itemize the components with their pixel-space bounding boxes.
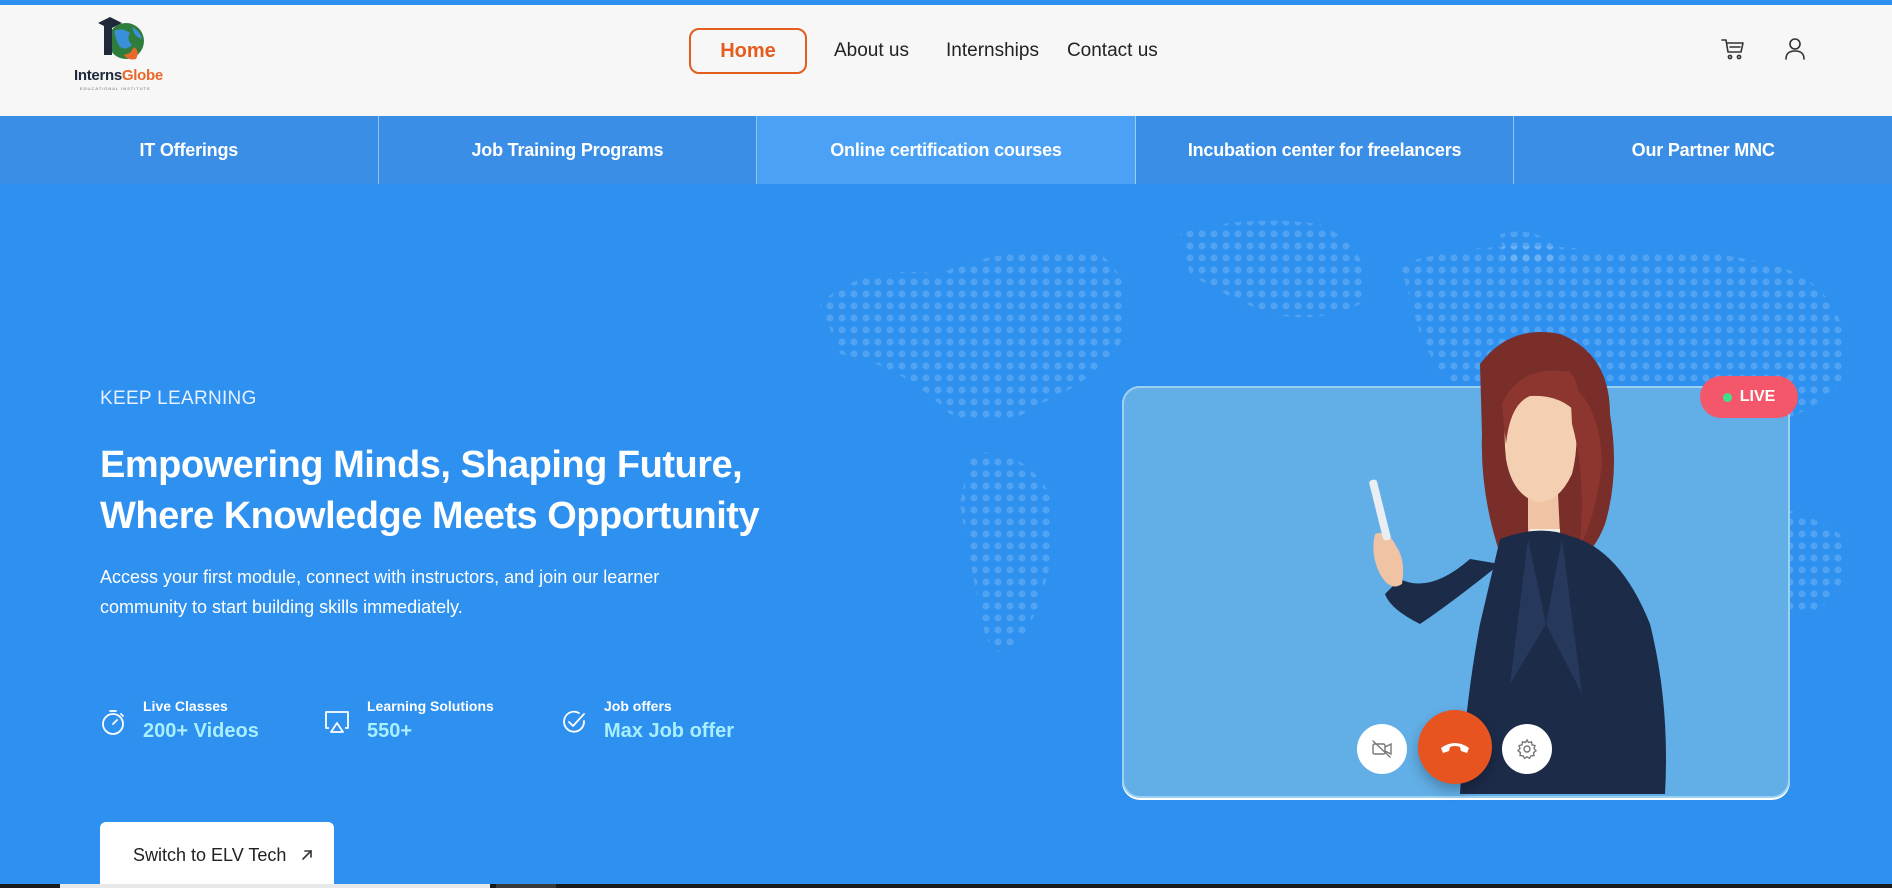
main-nav: Home About us Internships Contact us bbox=[689, 28, 1158, 74]
switch-button-label: Switch to ELV Tech bbox=[133, 844, 287, 865]
stat-job-offers: Job offers Max Job offer bbox=[561, 694, 781, 754]
hero-headline: Empowering Minds, Shaping Future, Where … bbox=[100, 440, 820, 542]
nav-contact-link[interactable]: Contact us bbox=[1067, 40, 1158, 62]
live-badge: LIVE bbox=[1700, 376, 1798, 418]
category-job-training[interactable]: Job Training Programs bbox=[378, 116, 758, 184]
top-navbar: InternsGlobe EDUCATIONAL INSTITUTE Home … bbox=[0, 5, 1892, 116]
hero-section: KEEP LEARNING Empowering Minds, Shaping … bbox=[0, 184, 1892, 888]
hero-headline-line1: Empowering Minds, Shaping Future, bbox=[100, 444, 743, 486]
category-incubation-center[interactable]: Incubation center for freelancers bbox=[1135, 116, 1515, 184]
nav-internships-link[interactable]: Internships bbox=[946, 40, 1039, 62]
hero-headline-line2: Where Knowledge Meets Opportunity bbox=[100, 495, 760, 537]
nav-home-button[interactable]: Home bbox=[689, 28, 807, 74]
stat-value: Max Job offer bbox=[604, 720, 735, 742]
category-it-offerings[interactable]: IT Offerings bbox=[0, 116, 379, 184]
hero-description: Access your first module, connect with i… bbox=[100, 567, 660, 617]
globe-logo-icon bbox=[98, 17, 144, 60]
stat-label: Live Classes bbox=[143, 698, 228, 714]
camera-off-icon bbox=[1372, 740, 1392, 758]
call-settings-button[interactable] bbox=[1502, 724, 1552, 774]
category-partner-mnc[interactable]: Our Partner MNC bbox=[1514, 116, 1892, 184]
logo-wordmark: InternsGlobe bbox=[74, 67, 163, 84]
stat-live-classes: Live Classes 200+ Videos bbox=[100, 694, 300, 754]
stat-value: 550+ bbox=[367, 720, 413, 742]
screen-cast-icon bbox=[325, 711, 349, 733]
stat-learning-solutions: Learning Solutions 550+ bbox=[324, 694, 544, 754]
cart-icon[interactable] bbox=[1720, 36, 1746, 62]
taskbar-edge bbox=[0, 884, 1892, 888]
stopwatch-icon bbox=[102, 710, 124, 735]
user-account-icon[interactable] bbox=[1782, 36, 1808, 62]
category-online-certification[interactable]: Online certification courses bbox=[757, 116, 1136, 184]
stat-label: Job offers bbox=[604, 698, 672, 714]
category-bar: IT Offerings Job Training Programs Onlin… bbox=[0, 116, 1892, 184]
live-badge-label: LIVE bbox=[1739, 388, 1776, 405]
phone-hangup-icon bbox=[1441, 743, 1469, 753]
logo[interactable]: InternsGlobe EDUCATIONAL INSTITUTE bbox=[72, 13, 172, 93]
hero-kicker: KEEP LEARNING bbox=[100, 388, 257, 409]
arrow-up-right-icon bbox=[302, 850, 313, 860]
live-indicator-dot bbox=[1722, 392, 1732, 402]
stat-value: 200+ Videos bbox=[143, 720, 259, 742]
camera-off-button[interactable] bbox=[1357, 724, 1407, 774]
end-call-button[interactable] bbox=[1418, 710, 1492, 784]
check-circle-icon bbox=[563, 710, 585, 733]
stat-label: Learning Solutions bbox=[367, 698, 494, 714]
logo-tagline: EDUCATIONAL INSTITUTE bbox=[80, 86, 151, 91]
switch-elv-tech-button[interactable]: Switch to ELV Tech bbox=[100, 822, 334, 888]
nav-about-link[interactable]: About us bbox=[834, 40, 909, 62]
gear-icon bbox=[1516, 738, 1538, 760]
